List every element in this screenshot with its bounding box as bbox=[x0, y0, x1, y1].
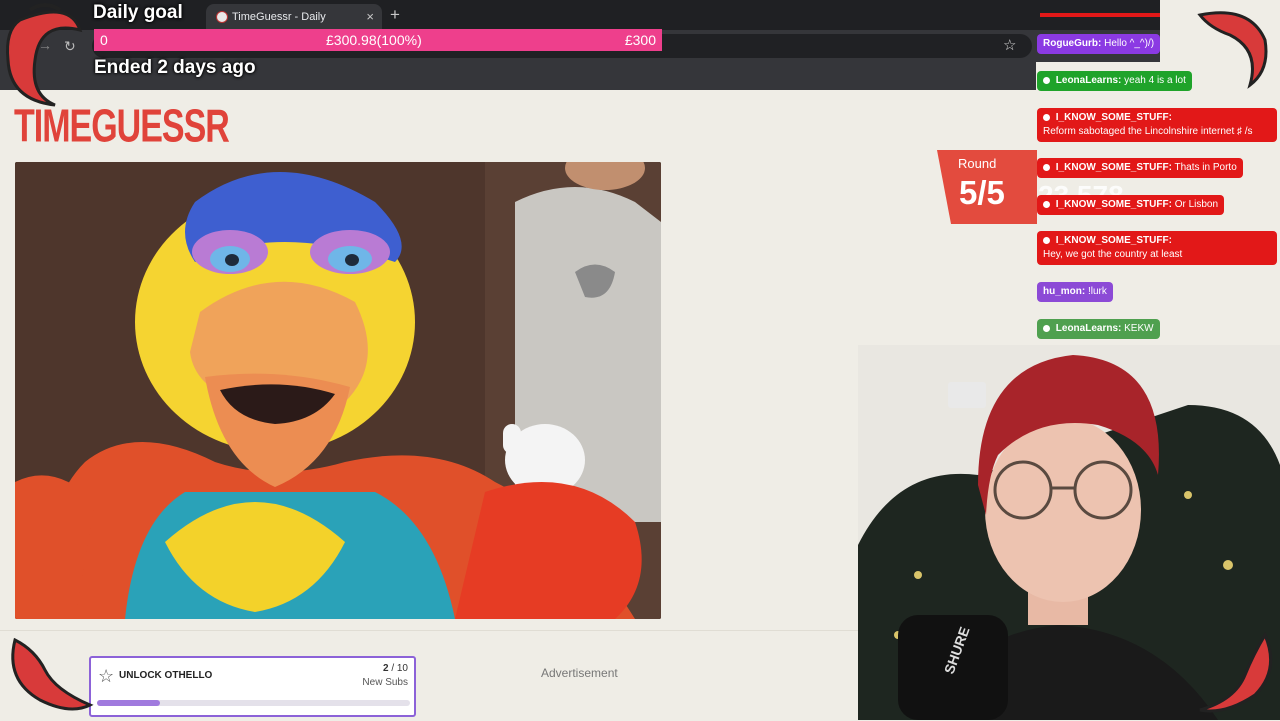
daily-goal-title: Daily goal bbox=[93, 2, 183, 23]
round-value: 5/5 bbox=[959, 174, 1005, 211]
chat-message: I_KNOW_SOME_STUFF: Hey, we got the count… bbox=[1037, 231, 1277, 265]
chat-text: Or Lisbon bbox=[1174, 199, 1219, 210]
goal-min-value: 0 bbox=[100, 32, 108, 48]
chat-badge-icon bbox=[1043, 200, 1050, 208]
unlock-progress-fill bbox=[97, 700, 160, 706]
chat-message: I_KNOW_SOME_STUFF: Or Lisbon bbox=[1037, 195, 1225, 215]
advertisement-label: Advertisement bbox=[541, 666, 618, 680]
chat-text: KEKW bbox=[1124, 323, 1154, 334]
chili-pepper-icon bbox=[6, 3, 83, 107]
chat-badge-icon bbox=[1043, 76, 1050, 84]
chat-message: LeonaLearns: yeah 4 is a lot bbox=[1037, 71, 1192, 91]
chat-username: I_KNOW_SOME_STUFF: bbox=[1055, 162, 1172, 173]
chat-username: LeonaLearns: bbox=[1055, 75, 1122, 86]
unlock-othello-widget: ☆ UNLOCK OTHELLO 2 / 10 New Subs bbox=[89, 656, 416, 717]
chat-username: I_KNOW_SOME_STUFF: bbox=[1055, 199, 1172, 210]
total-score-partial: 23,578 bbox=[1038, 180, 1124, 196]
chat-username: RogueGurb: bbox=[1043, 38, 1102, 49]
unlock-title: UNLOCK OTHELLO bbox=[119, 670, 213, 681]
chat-username: LeonaLearns: bbox=[1055, 323, 1122, 334]
webcam-edit-tool-icon bbox=[948, 382, 986, 408]
chat-text: Hey, we got the country at least bbox=[1043, 249, 1183, 260]
chat-message: I_KNOW_SOME_STUFF: Reform sabotaged the … bbox=[1037, 108, 1277, 142]
chat-text: Hello ^_^)/) bbox=[1104, 38, 1155, 49]
round-label: Round bbox=[958, 156, 997, 171]
chili-pepper-icon bbox=[1199, 631, 1273, 713]
chat-message: RogueGurb: Hello ^_^)/) bbox=[1037, 34, 1161, 54]
unlock-progress-track bbox=[97, 700, 410, 706]
goal-max-value: £300 bbox=[624, 32, 656, 48]
bookmark-star-icon[interactable]: ☆ bbox=[1003, 36, 1016, 54]
chili-pepper-icon bbox=[11, 637, 94, 711]
star-icon: ☆ bbox=[98, 666, 115, 686]
goal-current-value: £300.98(100%) bbox=[326, 32, 422, 48]
chat-top-line bbox=[1040, 13, 1160, 17]
chat-message: I_KNOW_SOME_STUFF: Thats in Porto bbox=[1037, 158, 1243, 178]
mascot-photo-illustration bbox=[15, 162, 661, 619]
new-tab-button[interactable]: + bbox=[390, 5, 400, 25]
tab-title: TimeGuessr - Daily bbox=[232, 11, 326, 23]
goal-ended-text: Ended 2 days ago bbox=[94, 57, 256, 78]
timeguessr-favicon-icon bbox=[216, 11, 228, 23]
chat-username: hu_mon: bbox=[1043, 286, 1086, 297]
close-tab-icon[interactable]: × bbox=[366, 9, 374, 24]
chat-text: yeah 4 is a lot bbox=[1124, 75, 1186, 86]
chat-message: hu_mon: !lurk bbox=[1037, 282, 1113, 302]
chat-username: I_KNOW_SOME_STUFF: bbox=[1055, 235, 1172, 246]
chat-text: Thats in Porto bbox=[1174, 162, 1237, 173]
chat-text: !lurk bbox=[1088, 286, 1107, 297]
unlock-count: 2 / 10 bbox=[383, 663, 408, 674]
chat-badge-icon bbox=[1043, 113, 1050, 121]
chat-message: LeonaLearns: KEKW bbox=[1037, 319, 1160, 339]
unlock-count-label: New Subs bbox=[362, 677, 408, 688]
chili-pepper-icon bbox=[1197, 11, 1268, 89]
daily-goal-progress-bar: 0 £300.98(100%) £300 bbox=[94, 29, 662, 51]
unlock-count-total: / 10 bbox=[391, 663, 408, 674]
chat-badge-icon bbox=[1043, 236, 1050, 244]
browser-tab-timeguessr[interactable]: TimeGuessr - Daily × bbox=[206, 4, 382, 30]
chat-text: Reform sabotaged the Lincolnshire intern… bbox=[1043, 126, 1253, 137]
chat-badge-icon bbox=[1043, 324, 1050, 332]
unlock-count-current: 2 bbox=[382, 663, 389, 674]
chat-username: I_KNOW_SOME_STUFF: bbox=[1055, 112, 1172, 123]
chat-badge-icon bbox=[1043, 163, 1050, 171]
round-photo bbox=[15, 162, 661, 619]
